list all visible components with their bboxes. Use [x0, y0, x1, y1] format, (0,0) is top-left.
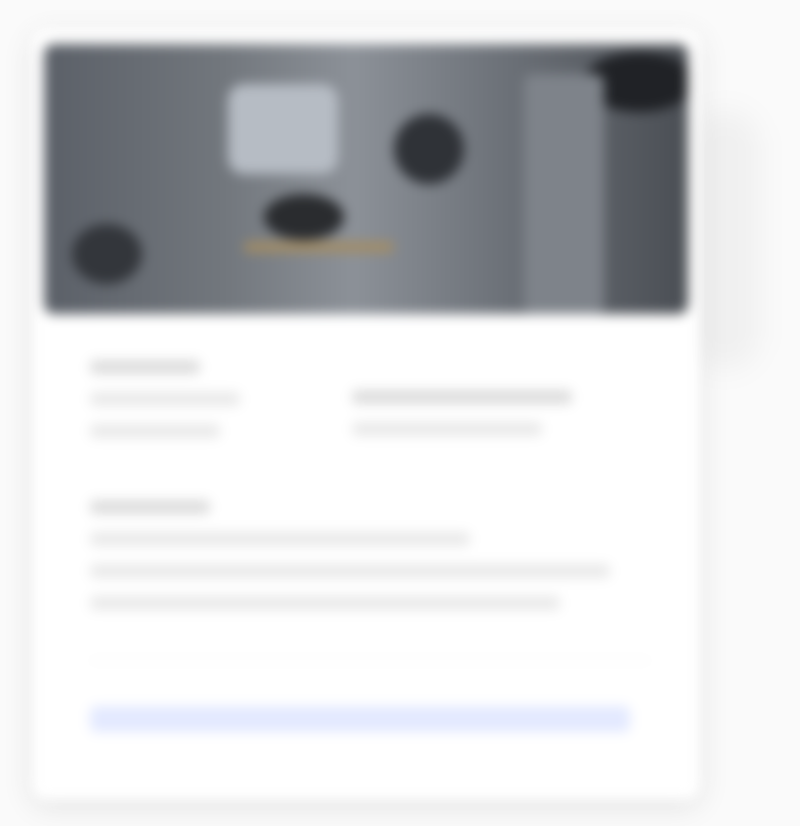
hero-shape — [264, 194, 344, 240]
text-line — [90, 392, 240, 406]
text-line — [352, 390, 572, 404]
hero-image — [44, 44, 688, 314]
text-line — [90, 564, 610, 578]
hero-shape — [244, 242, 394, 252]
text-line — [90, 424, 220, 438]
text-line — [352, 422, 542, 436]
divider — [90, 660, 650, 661]
section-heading — [90, 500, 210, 514]
text-line — [90, 596, 560, 610]
side-shadow — [690, 110, 760, 370]
hero-shape — [524, 74, 604, 314]
hero-shape — [394, 114, 464, 184]
content-card — [32, 30, 700, 800]
description-section — [90, 500, 650, 628]
link-button[interactable] — [90, 706, 630, 732]
page — [0, 0, 800, 826]
hero-shape — [228, 84, 338, 174]
details-left — [90, 360, 290, 470]
hero-shape — [72, 224, 142, 284]
text-line — [90, 532, 470, 546]
text-line — [90, 360, 200, 374]
details-right — [352, 390, 602, 450]
